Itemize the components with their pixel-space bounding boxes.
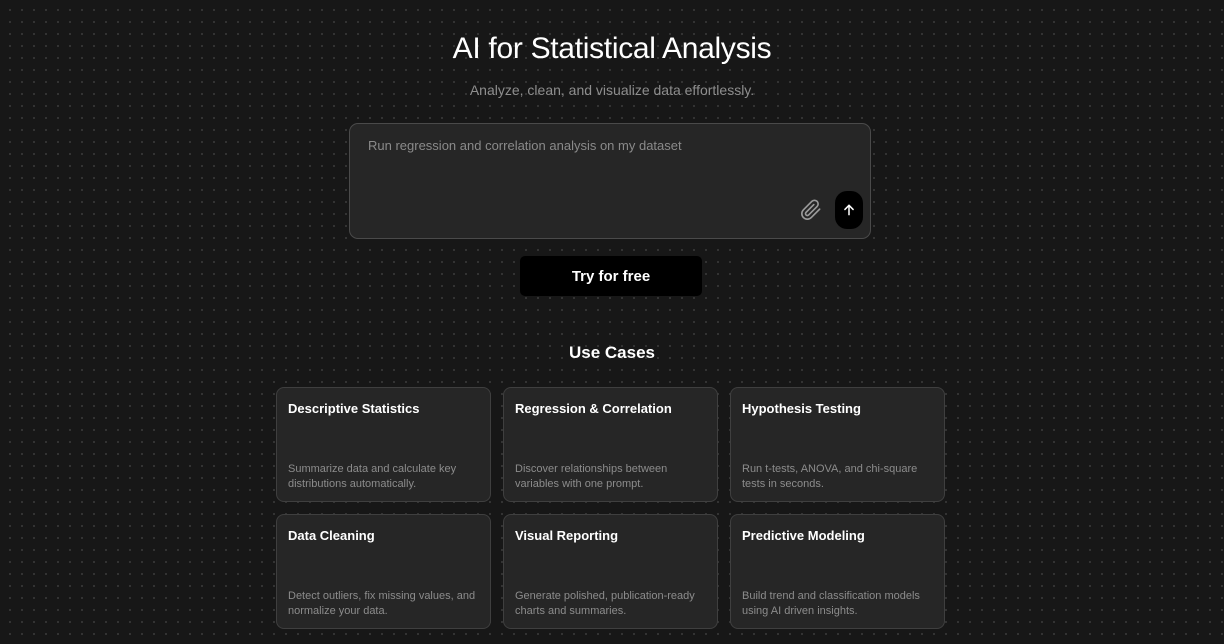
use-case-card-descriptive-statistics[interactable]: Descriptive Statistics Summarize data an… xyxy=(276,387,491,502)
prompt-input[interactable] xyxy=(368,138,808,198)
page-subtitle: Analyze, clean, and visualize data effor… xyxy=(469,82,755,98)
try-for-free-button[interactable]: Try for free xyxy=(520,256,702,296)
card-title: Visual Reporting xyxy=(515,528,619,543)
page-title: AI for Statistical Analysis xyxy=(452,32,772,65)
card-description: Generate polished, publication-ready cha… xyxy=(515,590,695,617)
use-case-card-visual-reporting[interactable]: Visual Reporting Generate polished, publ… xyxy=(503,514,718,629)
card-title: Regression & Correlation xyxy=(515,401,672,416)
card-description: Build trend and classification models us… xyxy=(742,590,920,617)
card-description: Summarize data and calculate key distrib… xyxy=(288,463,457,490)
card-title: Descriptive Statistics xyxy=(288,401,420,416)
use-case-card-data-cleaning[interactable]: Data Cleaning Detect outliers, fix missi… xyxy=(276,514,491,629)
paperclip-icon xyxy=(801,199,821,220)
card-title: Data Cleaning xyxy=(288,528,375,543)
send-button[interactable] xyxy=(835,191,863,229)
arrow-up-icon xyxy=(844,204,854,216)
card-description: Discover relationships between variables… xyxy=(515,463,668,490)
card-description: Detect outliers, fix missing values, and… xyxy=(288,590,476,617)
prompt-box xyxy=(349,123,871,239)
card-title: Predictive Modeling xyxy=(742,528,865,543)
card-title: Hypothesis Testing xyxy=(742,401,861,416)
attach-file-button[interactable] xyxy=(799,198,823,222)
use-case-card-predictive-modeling[interactable]: Predictive Modeling Build trend and clas… xyxy=(730,514,945,629)
card-description: Run t-tests, ANOVA, and chi-square tests… xyxy=(742,463,918,490)
use-cases-grid: Descriptive Statistics Summarize data an… xyxy=(276,387,945,629)
use-case-card-hypothesis-testing[interactable]: Hypothesis Testing Run t-tests, ANOVA, a… xyxy=(730,387,945,502)
use-case-card-regression-correlation[interactable]: Regression & Correlation Discover relati… xyxy=(503,387,718,502)
use-cases-title: Use Cases xyxy=(568,343,655,362)
